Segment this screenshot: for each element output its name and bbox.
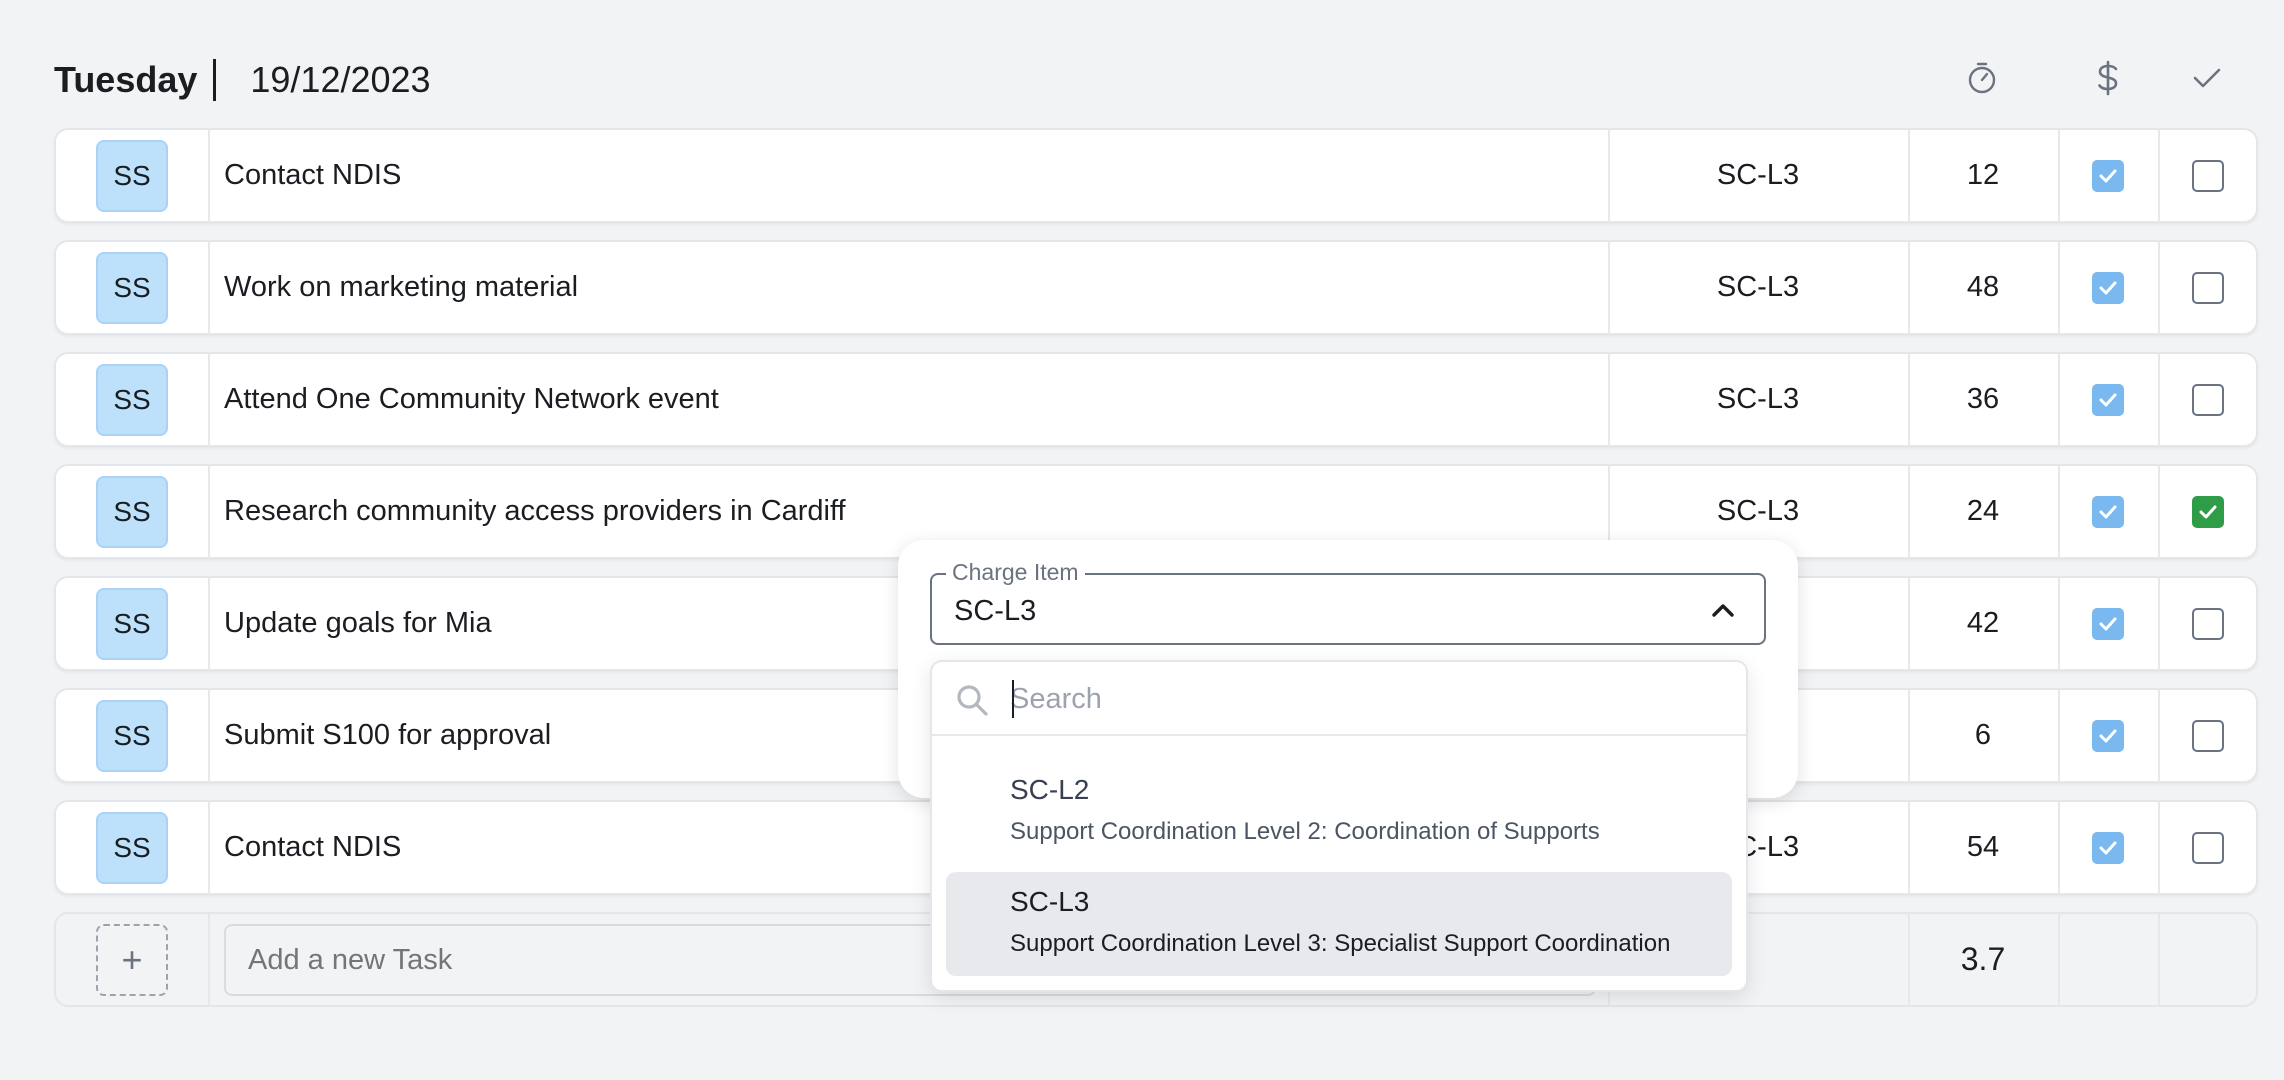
day-name: Tuesday bbox=[54, 59, 198, 100]
billable-checkbox[interactable] bbox=[2092, 272, 2124, 304]
add-task-button[interactable]: + bbox=[96, 924, 168, 996]
search-input[interactable] bbox=[1010, 676, 1710, 722]
option-description: Support Coordination Level 3: Specialist… bbox=[1010, 930, 1671, 957]
done-checkbox[interactable] bbox=[2192, 608, 2224, 640]
task-name[interactable]: Attend One Community Network event bbox=[224, 354, 719, 445]
column-divider bbox=[208, 354, 210, 445]
done-checkbox[interactable] bbox=[2192, 720, 2224, 752]
column-divider bbox=[208, 130, 210, 221]
charge-item-select[interactable]: Charge Item SC-L3 bbox=[930, 559, 1766, 645]
done-checkbox[interactable] bbox=[2192, 160, 2224, 192]
column-divider bbox=[2058, 914, 2060, 1005]
done-checkbox[interactable] bbox=[2192, 272, 2224, 304]
column-divider bbox=[2158, 914, 2160, 1005]
charge-item-dropdown: SC-L2 Support Coordination Level 2: Coord… bbox=[930, 660, 1748, 992]
column-divider bbox=[2158, 354, 2160, 445]
task-name[interactable]: Work on marketing material bbox=[224, 242, 578, 333]
dollar-icon bbox=[2088, 58, 2128, 98]
charge-option-sc-l2[interactable]: SC-L2 Support Coordination Level 2: Coord… bbox=[946, 760, 1732, 864]
task-name[interactable]: Submit S100 for approval bbox=[224, 690, 551, 781]
charge-option-sc-l3[interactable]: SC-L3 Support Coordination Level 3: Speci… bbox=[946, 872, 1732, 976]
task-row[interactable]: SS Attend One Community Network event SC-L… bbox=[54, 352, 2258, 447]
column-divider bbox=[2158, 130, 2160, 221]
column-divider bbox=[2058, 690, 2060, 781]
avatar: SS bbox=[96, 700, 168, 772]
avatar: SS bbox=[96, 588, 168, 660]
column-divider bbox=[2158, 242, 2160, 333]
column-divider bbox=[208, 466, 210, 557]
column-divider bbox=[2158, 802, 2160, 893]
column-divider bbox=[2058, 466, 2060, 557]
charge-code[interactable]: SC-L3 bbox=[1608, 242, 1908, 333]
text-cursor bbox=[1012, 680, 1014, 718]
column-divider bbox=[208, 578, 210, 669]
billable-checkbox[interactable] bbox=[2092, 720, 2124, 752]
billable-checkbox[interactable] bbox=[2092, 608, 2124, 640]
column-divider bbox=[2058, 802, 2060, 893]
billable-checkbox[interactable] bbox=[2092, 832, 2124, 864]
task-minutes[interactable]: 36 bbox=[1908, 354, 2058, 445]
column-divider bbox=[2158, 466, 2160, 557]
charge-item-label: Charge Item bbox=[946, 559, 1085, 586]
task-name[interactable]: Contact NDIS bbox=[224, 130, 401, 221]
billable-checkbox[interactable] bbox=[2092, 496, 2124, 528]
column-divider bbox=[2058, 242, 2060, 333]
done-checkbox[interactable] bbox=[2192, 384, 2224, 416]
avatar: SS bbox=[96, 140, 168, 212]
task-minutes[interactable]: 24 bbox=[1908, 466, 2058, 557]
avatar: SS bbox=[96, 252, 168, 324]
timesheet-page: Tuesday 19/12/2023 SS Contact NDIS SC-L3 12… bbox=[0, 0, 2284, 1080]
column-divider bbox=[208, 914, 210, 1005]
task-minutes[interactable]: 42 bbox=[1908, 578, 2058, 669]
avatar: SS bbox=[96, 476, 168, 548]
option-code: SC-L2 bbox=[1010, 774, 1090, 805]
charge-item-value: SC-L3 bbox=[954, 595, 1037, 627]
task-name[interactable]: Research community access providers in C… bbox=[224, 466, 846, 557]
column-divider bbox=[2158, 578, 2160, 669]
task-minutes[interactable]: 6 bbox=[1908, 690, 2058, 781]
stopwatch-icon bbox=[1962, 58, 2002, 98]
task-minutes[interactable]: 48 bbox=[1908, 242, 2058, 333]
billable-checkbox[interactable] bbox=[2092, 384, 2124, 416]
header-divider bbox=[213, 59, 217, 101]
task-name[interactable]: Update goals for Mia bbox=[224, 578, 492, 669]
task-name[interactable]: Contact NDIS bbox=[224, 802, 401, 893]
task-minutes[interactable]: 12 bbox=[1908, 130, 2058, 221]
check-icon bbox=[2187, 58, 2227, 98]
avatar: SS bbox=[96, 812, 168, 884]
column-divider bbox=[2158, 690, 2160, 781]
column-divider bbox=[208, 242, 210, 333]
dropdown-search bbox=[932, 662, 1746, 736]
task-minutes[interactable]: 54 bbox=[1908, 802, 2058, 893]
chevron-up-icon[interactable] bbox=[1710, 597, 1736, 623]
task-row[interactable]: SS Work on marketing material SC-L3 48 bbox=[54, 240, 2258, 335]
charge-code[interactable]: SC-L3 bbox=[1608, 354, 1908, 445]
day-header: Tuesday 19/12/2023 bbox=[54, 52, 431, 108]
task-row[interactable]: SS Contact NDIS SC-L3 12 bbox=[54, 128, 2258, 223]
column-divider bbox=[208, 802, 210, 893]
charge-code[interactable]: SC-L3 bbox=[1608, 130, 1908, 221]
column-divider bbox=[2058, 354, 2060, 445]
avatar: SS bbox=[96, 364, 168, 436]
total-hours: 3.7 bbox=[1960, 941, 2006, 977]
column-divider bbox=[208, 690, 210, 781]
search-icon bbox=[957, 685, 988, 716]
option-code: SC-L3 bbox=[1010, 886, 1090, 917]
done-checkbox[interactable] bbox=[2192, 496, 2224, 528]
column-divider bbox=[2058, 578, 2060, 669]
date-label: 19/12/2023 bbox=[250, 59, 431, 100]
column-divider bbox=[2058, 130, 2060, 221]
option-description: Support Coordination Level 2: Coordinati… bbox=[1010, 818, 1600, 845]
billable-checkbox[interactable] bbox=[2092, 160, 2124, 192]
done-checkbox[interactable] bbox=[2192, 832, 2224, 864]
